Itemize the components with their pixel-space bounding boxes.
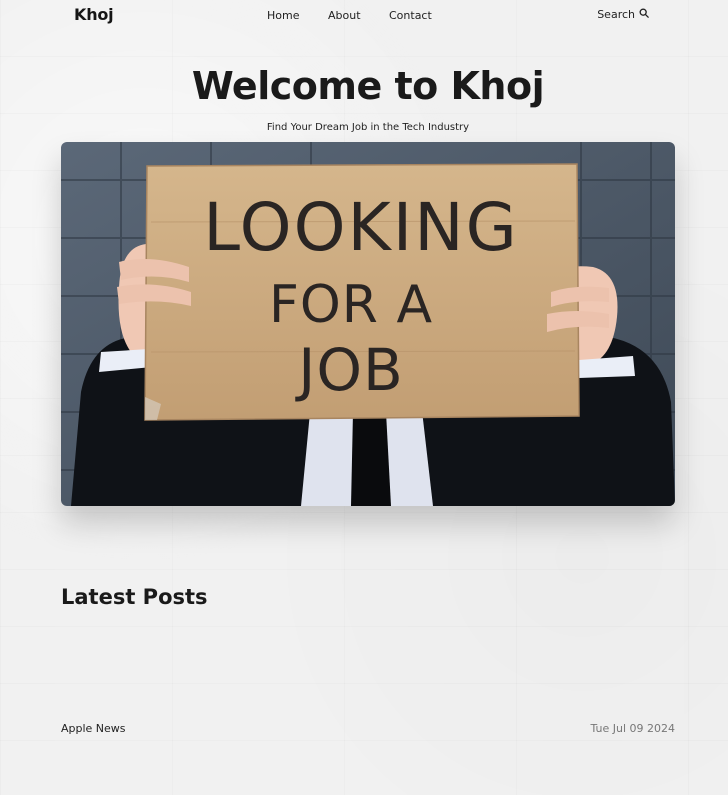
sign-line-2: FOR A (269, 275, 433, 335)
hero-subtitle: Find Your Dream Job in the Tech Industry (266, 122, 470, 133)
hero-image: LOOKING FOR A JOB (61, 142, 675, 506)
post-date: Tue Jul 09 2024 (590, 721, 675, 735)
sign-line-3: JOB (295, 336, 404, 404)
nav-item-about[interactable]: About (328, 9, 389, 22)
site-header: Khoj Home About Contact Search (0, 0, 728, 32)
search-icon (639, 8, 649, 21)
sign-line-1: LOOKING (203, 189, 519, 266)
site-logo[interactable]: Khoj (74, 5, 114, 24)
hero-title: Welcome to Khoj (191, 64, 545, 108)
post-list-item[interactable]: Apple News Tue Jul 09 2024 (61, 720, 675, 736)
post-title-link[interactable]: Apple News (61, 722, 126, 735)
latest-posts-heading: Latest Posts (61, 585, 208, 609)
search-button[interactable]: Search (597, 8, 649, 21)
nav-item-contact[interactable]: Contact (389, 9, 449, 22)
search-label: Search (597, 8, 635, 21)
main-nav: Home About Contact (267, 9, 449, 22)
nav-item-home[interactable]: Home (267, 9, 328, 22)
